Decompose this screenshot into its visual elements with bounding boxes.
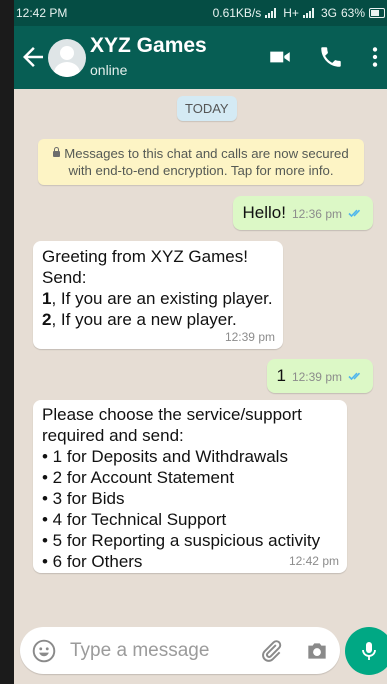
- message-line: • 4 for Technical Support: [42, 510, 227, 529]
- message-line: • 2 for Account Statement: [42, 468, 235, 487]
- battery-percent: 63%: [340, 6, 365, 20]
- option-text: , If you are a new player.: [51, 310, 237, 329]
- status-indicators: 0.61KB/s H+ 3G 63%: [213, 6, 385, 20]
- encryption-notice-text: Messages to this chat and calls are now …: [64, 146, 349, 178]
- message-time: 12:42 pm: [288, 554, 339, 568]
- chat-screen: 12:42 PM 0.61KB/s H+ 3G 63% XYZ Games on…: [14, 0, 387, 684]
- message-line: • 3 for Bids: [42, 489, 125, 508]
- option-text: , If you are an existing player.: [51, 289, 273, 308]
- mic-button[interactable]: [345, 627, 387, 675]
- message-line: 2, If you are a new player.: [42, 309, 274, 330]
- camera-icon[interactable]: [304, 638, 330, 664]
- attach-icon[interactable]: [258, 638, 284, 664]
- message-line: Send:: [42, 268, 87, 287]
- message-time: 12:39 pm: [224, 330, 275, 344]
- network-type-2: 3G: [320, 6, 337, 20]
- message-time: 12:36 pm: [291, 207, 342, 221]
- encryption-notice[interactable]: Messages to this chat and calls are now …: [38, 139, 364, 185]
- contact-name[interactable]: XYZ Games: [90, 34, 207, 58]
- chat-header: XYZ Games online: [14, 26, 387, 89]
- battery-icon: [369, 8, 385, 18]
- avatar-icon[interactable]: [48, 39, 86, 77]
- contact-status: online: [90, 62, 128, 78]
- date-chip: TODAY: [177, 96, 237, 121]
- message-outgoing[interactable]: 1 12:39 pm: [267, 359, 373, 393]
- lock-icon: [53, 147, 61, 157]
- message-input[interactable]: Type a message: [20, 627, 340, 674]
- network-speed: 0.61KB/s: [212, 6, 262, 20]
- status-bar: 12:42 PM 0.61KB/s H+ 3G 63%: [14, 0, 387, 26]
- signal-icon: [265, 8, 279, 18]
- message-text: Hello!: [242, 203, 286, 222]
- message-outgoing[interactable]: Hello! 12:36 pm: [233, 196, 373, 230]
- composer: Type a message: [14, 618, 387, 684]
- phone-icon[interactable]: [318, 44, 344, 70]
- message-line: required and send:: [42, 426, 184, 445]
- double-check-icon: [348, 372, 361, 381]
- message-input-placeholder[interactable]: Type a message: [70, 640, 209, 662]
- signal-icon-2: [302, 8, 317, 18]
- message-time: 12:39 pm: [291, 370, 342, 384]
- more-options-icon[interactable]: [362, 44, 387, 70]
- message-line: • 5 for Reporting a suspicious activity: [42, 531, 321, 550]
- message-incoming[interactable]: Please choose the service/support requir…: [33, 400, 347, 573]
- chat-area[interactable]: TODAY Messages to this chat and calls ar…: [14, 89, 387, 684]
- mic-icon: [362, 642, 376, 660]
- status-time: 12:42 PM: [16, 6, 68, 20]
- message-text: 1: [276, 366, 286, 385]
- message-incoming[interactable]: Greeting from XYZ Games! Send: 1, If you…: [33, 241, 283, 349]
- network-type: H+: [283, 6, 299, 20]
- message-line: Greeting from XYZ Games!: [42, 247, 248, 266]
- double-check-icon: [348, 209, 361, 218]
- back-arrow-icon[interactable]: [18, 42, 48, 72]
- message-line: Please choose the service/support: [42, 405, 302, 424]
- emoji-icon[interactable]: [31, 638, 57, 664]
- message-line: 1, If you are an existing player.: [42, 288, 274, 309]
- video-call-icon[interactable]: [267, 44, 293, 70]
- message-line: • 1 for Deposits and Withdrawals: [42, 447, 288, 466]
